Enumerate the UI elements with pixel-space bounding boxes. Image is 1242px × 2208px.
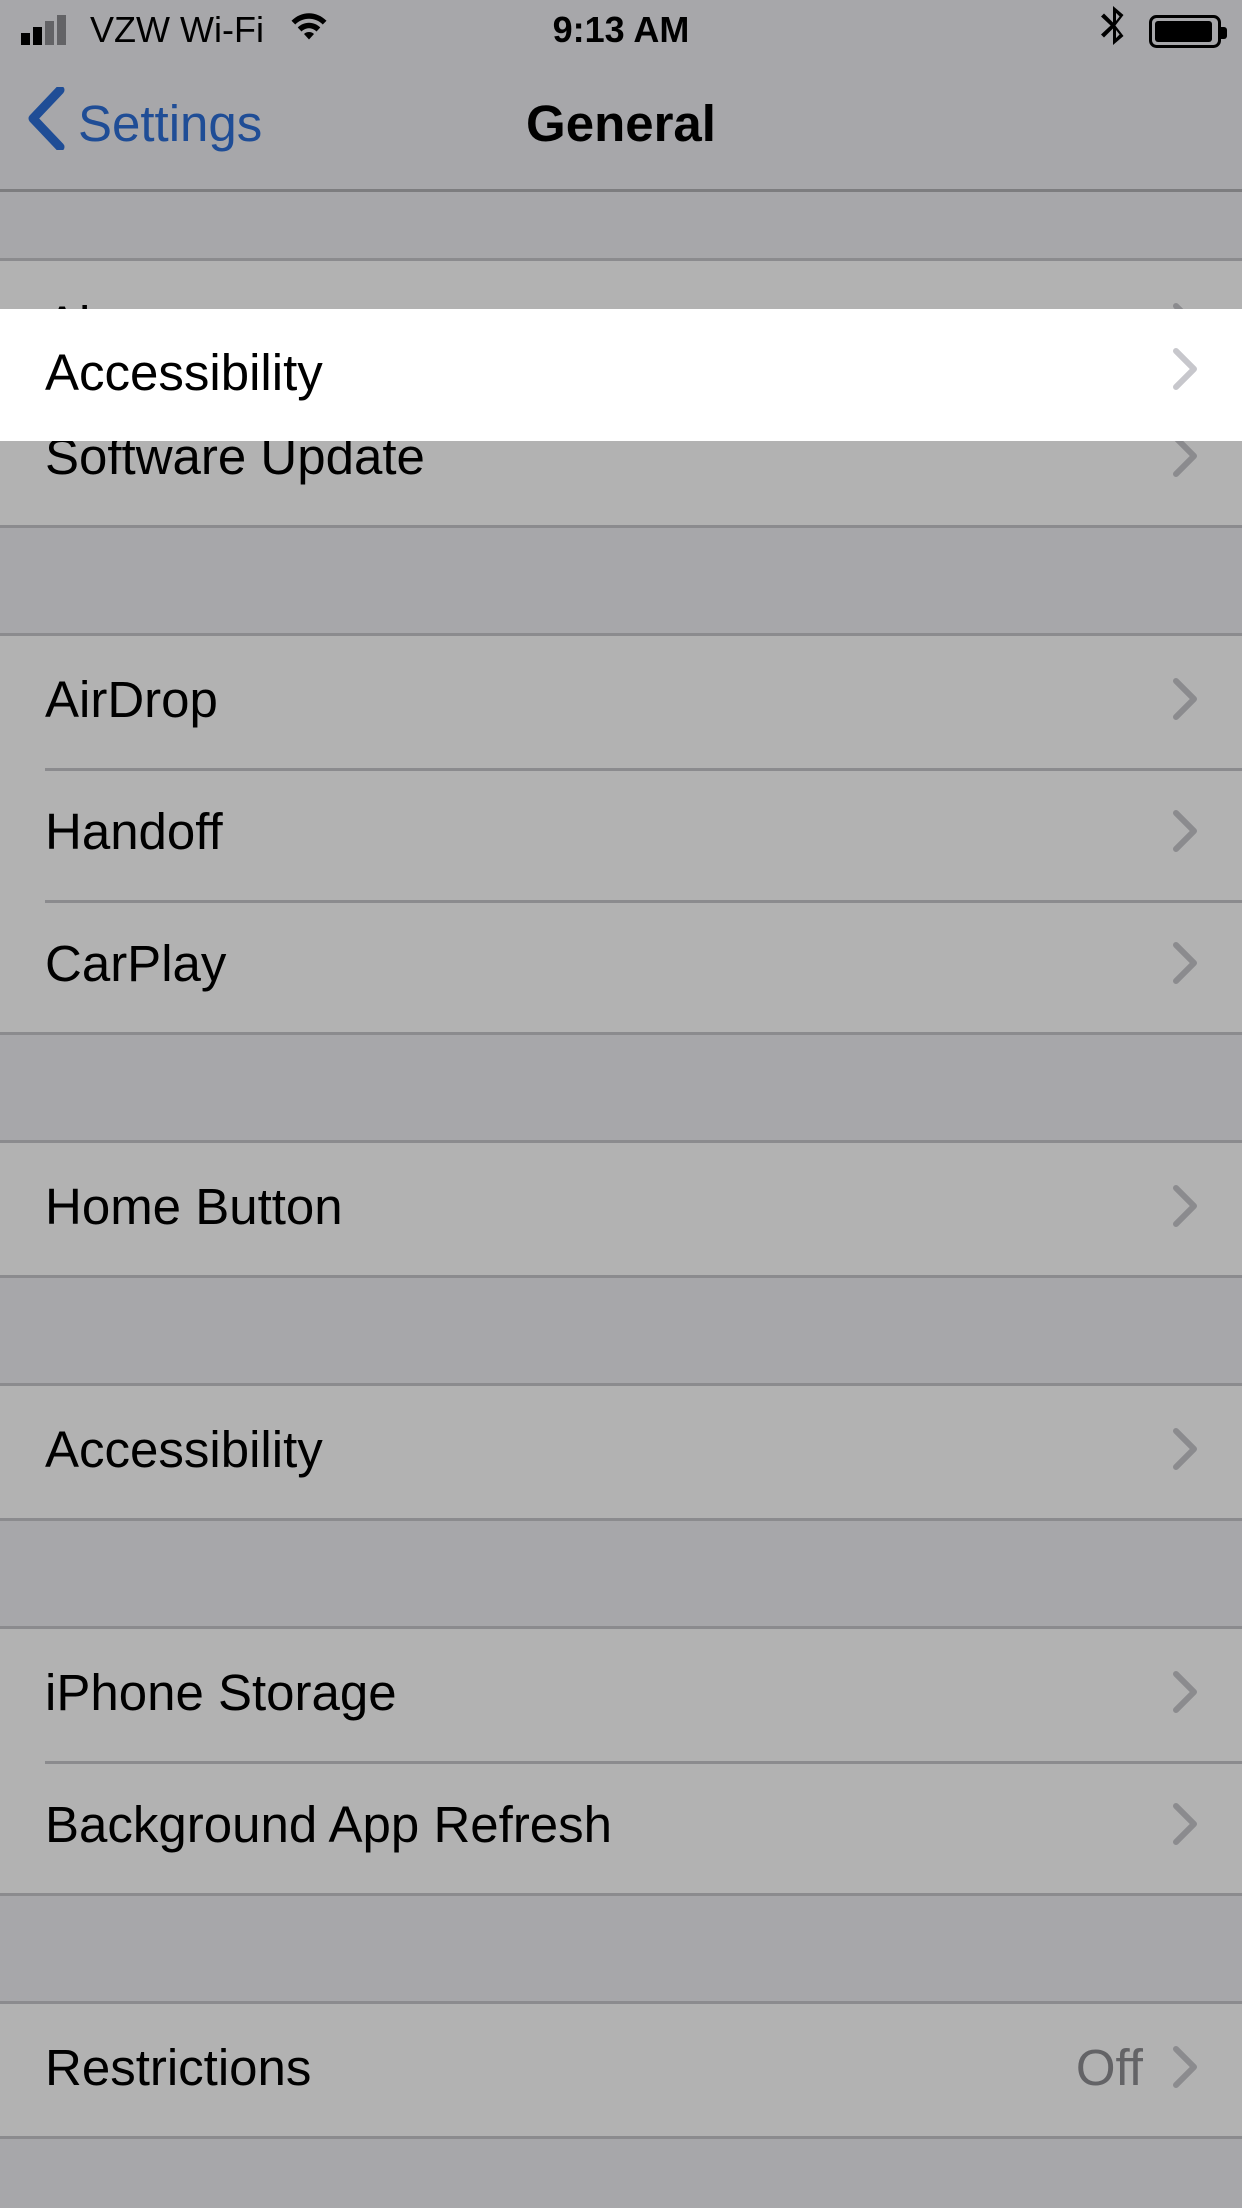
group-accessibility: Accessibility (0, 1383, 1242, 1521)
group-spacer (0, 1896, 1242, 2001)
row-home-button[interactable]: Home Button (0, 1143, 1242, 1275)
group-spacer (0, 1278, 1242, 1383)
group-spacer (0, 1521, 1242, 1626)
status-time: 9:13 AM (553, 9, 690, 51)
group-storage: iPhone Storage Background App Refresh (0, 1626, 1242, 1896)
group-home-button: Home Button (0, 1140, 1242, 1278)
wifi-icon (288, 9, 330, 51)
group-spacer (0, 2139, 1242, 2208)
page-title: General (526, 95, 716, 155)
chevron-right-icon (1173, 1184, 1197, 1235)
chevron-right-icon (1173, 809, 1197, 860)
row-background-app-refresh[interactable]: Background App Refresh (0, 1761, 1242, 1893)
row-accessibility[interactable]: Accessibility (0, 1386, 1242, 1518)
chevron-right-icon (1173, 1670, 1197, 1721)
row-label: CarPlay (45, 936, 1173, 996)
status-bar: VZW Wi-Fi 9:13 AM (0, 0, 1242, 60)
chevron-right-icon (1173, 677, 1197, 728)
row-iphone-storage[interactable]: iPhone Storage (0, 1629, 1242, 1761)
cellular-signal-icon (21, 15, 66, 45)
back-label: Settings (78, 95, 262, 155)
row-label: Accessibility (45, 345, 1173, 405)
row-label: Home Button (45, 1179, 1173, 1239)
group-spacer (0, 1035, 1242, 1140)
chevron-right-icon (1173, 434, 1197, 485)
status-left: VZW Wi-Fi (21, 9, 330, 51)
group-connectivity: AirDrop Handoff CarPlay (0, 633, 1242, 1035)
row-label: AirDrop (45, 672, 1173, 732)
nav-bar: Settings General (0, 60, 1242, 192)
battery-icon (1149, 14, 1221, 47)
row-detail: Off (1076, 2040, 1143, 2100)
back-button[interactable]: Settings (0, 86, 262, 164)
carrier-label: VZW Wi-Fi (90, 9, 264, 51)
row-carplay[interactable]: CarPlay (0, 900, 1242, 1032)
chevron-right-icon (1173, 1427, 1197, 1478)
row-label: Restrictions (45, 2040, 1076, 2100)
screen: VZW Wi-Fi 9:13 AM Settings General (0, 0, 1242, 2208)
group-spacer (0, 528, 1242, 633)
group-spacer (0, 192, 1242, 258)
chevron-right-icon (1173, 347, 1197, 404)
group-restrictions: Restrictions Off (0, 2001, 1242, 2139)
row-label: Accessibility (45, 1422, 1173, 1482)
status-right (1101, 6, 1221, 54)
chevron-right-icon (1173, 1802, 1197, 1853)
row-label: Background App Refresh (45, 1797, 1173, 1857)
row-accessibility-highlight[interactable]: Accessibility (0, 309, 1242, 441)
bluetooth-icon (1101, 6, 1125, 54)
row-restrictions[interactable]: Restrictions Off (0, 2004, 1242, 2136)
row-label: iPhone Storage (45, 1665, 1173, 1725)
chevron-left-icon (27, 86, 66, 164)
row-airdrop[interactable]: AirDrop (0, 636, 1242, 768)
chevron-right-icon (1173, 2045, 1197, 2096)
chevron-right-icon (1173, 941, 1197, 992)
row-handoff[interactable]: Handoff (0, 768, 1242, 900)
row-label: Handoff (45, 804, 1173, 864)
